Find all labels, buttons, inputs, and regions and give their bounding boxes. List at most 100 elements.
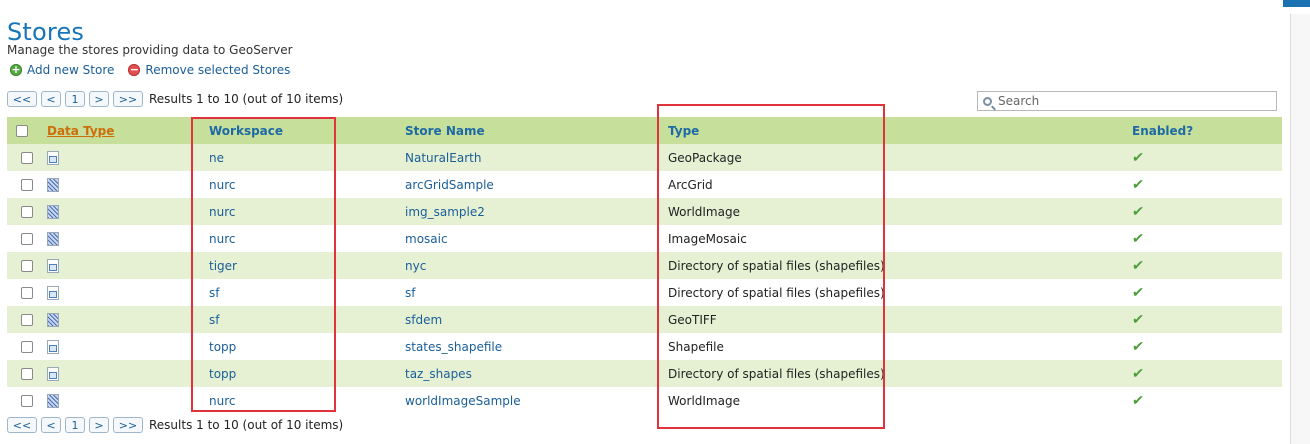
store-name-link[interactable]: NaturalEarth xyxy=(405,151,481,165)
search-box[interactable] xyxy=(977,91,1277,111)
pager-last-button[interactable]: >> xyxy=(113,91,143,107)
row-select-cell xyxy=(7,387,37,414)
row-checkbox[interactable] xyxy=(20,395,33,407)
pager-prev-button[interactable]: < xyxy=(41,91,61,107)
row-select-cell xyxy=(7,171,37,198)
table-row: nurc mosaic ImageMosaic ✔ xyxy=(7,225,1282,252)
workspace-link[interactable]: nurc xyxy=(209,394,235,408)
pager-next-button[interactable]: > xyxy=(89,91,109,107)
check-icon: ✔ xyxy=(1131,230,1145,247)
col-header-type[interactable]: Type xyxy=(668,117,1132,144)
workspace-cell: nurc xyxy=(187,171,405,198)
table-row: topp states_shapefile Shapefile ✔ xyxy=(7,333,1282,360)
add-store-link[interactable]: + Add new Store xyxy=(10,63,114,77)
pager-first-button[interactable]: << xyxy=(7,417,37,433)
store-name-cell: arcGridSample xyxy=(405,171,668,198)
table-row: topp taz_shapes Directory of spatial files… xyxy=(7,360,1282,387)
store-name-link[interactable]: sf xyxy=(405,286,415,300)
col-header-workspace[interactable]: Workspace xyxy=(187,117,405,144)
pager-prev-button[interactable]: < xyxy=(41,417,61,433)
store-name-link[interactable]: taz_shapes xyxy=(405,367,472,381)
workspace-link[interactable]: topp xyxy=(209,340,236,354)
row-checkbox[interactable] xyxy=(20,314,33,326)
select-all-checkbox[interactable] xyxy=(16,125,28,137)
store-name-cell: NaturalEarth xyxy=(405,144,668,171)
search-input[interactable] xyxy=(996,93,1260,109)
table-row: nurc arcGridSample ArcGrid ✔ xyxy=(7,171,1282,198)
row-checkbox[interactable] xyxy=(20,206,33,218)
store-name-cell: sf xyxy=(405,279,668,306)
pager-first-button[interactable]: << xyxy=(7,91,37,107)
row-checkbox[interactable] xyxy=(20,233,33,245)
data-type-icon xyxy=(47,393,59,408)
store-name-link[interactable]: states_shapefile xyxy=(405,340,502,354)
workspace-link[interactable]: sf xyxy=(209,286,219,300)
table-row: nurc worldImageSample WorldImage ✔ xyxy=(7,387,1282,414)
pager-top: << < 1 > >> Results 1 to 10 (out of 10 i… xyxy=(7,91,343,107)
store-name-link[interactable]: arcGridSample xyxy=(405,178,494,192)
store-name-link[interactable]: sfdem xyxy=(405,313,442,327)
pager-next-button[interactable]: > xyxy=(89,417,109,433)
row-select-cell xyxy=(7,306,37,333)
check-icon: ✔ xyxy=(1131,203,1145,220)
table-row: nurc img_sample2 WorldImage ✔ xyxy=(7,198,1282,225)
workspace-link[interactable]: tiger xyxy=(209,259,237,273)
store-name-link[interactable]: mosaic xyxy=(405,232,448,246)
row-checkbox[interactable] xyxy=(20,368,33,380)
page-description: Manage the stores providing data to GeoS… xyxy=(7,43,293,57)
row-select-cell xyxy=(7,333,37,360)
workspace-link[interactable]: topp xyxy=(209,367,236,381)
data-type-cell xyxy=(37,225,187,252)
row-select-cell xyxy=(7,279,37,306)
store-name-cell: worldImageSample xyxy=(405,387,668,414)
data-type-cell xyxy=(37,279,187,306)
store-type-text: WorldImage xyxy=(668,204,740,219)
data-type-cell xyxy=(37,333,187,360)
col-header-enabled[interactable]: Enabled? xyxy=(1132,117,1282,144)
select-all-header xyxy=(7,117,37,144)
workspace-link[interactable]: nurc xyxy=(209,178,235,192)
workspace-cell: nurc xyxy=(187,225,405,252)
row-checkbox[interactable] xyxy=(20,287,33,299)
check-icon: ✔ xyxy=(1131,311,1145,328)
workspace-link[interactable]: ne xyxy=(209,151,224,165)
store-type-text: Directory of spatial files (shapefiles) xyxy=(668,285,885,300)
row-checkbox[interactable] xyxy=(20,179,33,191)
store-actions: + Add new Store − Remove selected Stores xyxy=(10,63,290,77)
check-icon: ✔ xyxy=(1131,365,1145,382)
pager-page-1-button[interactable]: 1 xyxy=(65,91,85,107)
data-type-icon xyxy=(47,258,59,273)
col-header-store-name[interactable]: Store Name xyxy=(405,117,668,144)
store-name-link[interactable]: nyc xyxy=(405,259,426,273)
row-checkbox[interactable] xyxy=(20,341,33,353)
pager-page-1-button[interactable]: 1 xyxy=(65,417,85,433)
row-checkbox[interactable] xyxy=(20,260,33,272)
data-type-icon xyxy=(47,204,59,219)
store-name-link[interactable]: worldImageSample xyxy=(405,394,521,408)
store-name-link[interactable]: img_sample2 xyxy=(405,205,485,219)
workspace-link[interactable]: sf xyxy=(209,313,219,327)
data-type-icon xyxy=(47,339,59,354)
workspace-link[interactable]: nurc xyxy=(209,232,235,246)
enabled-cell: ✔ xyxy=(1131,279,1282,306)
workspace-cell: tiger xyxy=(187,252,405,279)
row-checkbox[interactable] xyxy=(20,152,33,164)
enabled-cell: ✔ xyxy=(1131,171,1282,198)
store-type-text: Shapefile xyxy=(668,339,724,354)
data-type-cell xyxy=(37,144,187,171)
check-icon: ✔ xyxy=(1131,338,1145,355)
workspace-link[interactable]: nurc xyxy=(209,205,235,219)
workspace-cell: topp xyxy=(187,333,405,360)
remove-stores-link[interactable]: − Remove selected Stores xyxy=(128,63,290,77)
data-type-cell xyxy=(37,306,187,333)
data-type-icon xyxy=(47,285,59,300)
workspace-cell: nurc xyxy=(187,387,405,414)
store-name-cell: sfdem xyxy=(405,306,668,333)
pager-results-info: Results 1 to 10 (out of 10 items) xyxy=(149,92,344,106)
sort-data-type-link[interactable]: Data Type xyxy=(37,124,114,138)
table-row: sf sf Directory of spatial files (shapefil… xyxy=(7,279,1282,306)
remove-icon: − xyxy=(128,63,141,76)
data-type-icon xyxy=(47,231,59,246)
pager-last-button[interactable]: >> xyxy=(113,417,143,433)
add-store-label: Add new Store xyxy=(27,63,115,77)
